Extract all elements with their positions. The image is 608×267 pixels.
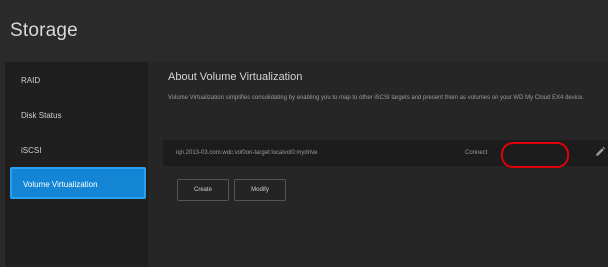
sidebar-item-volume-virtualization[interactable]: Volume Virtualization: [10, 167, 146, 199]
page-header: Storage: [0, 0, 608, 60]
modify-button[interactable]: Modify: [234, 179, 286, 201]
page-title: Storage: [10, 20, 78, 41]
pencil-icon[interactable]: [594, 146, 606, 158]
section-title: About Volume Virtualization: [168, 71, 303, 83]
create-button[interactable]: Create: [177, 179, 229, 201]
sidebar-item-raid[interactable]: RAID: [10, 65, 146, 97]
annotation-highlight-oval: [501, 142, 569, 168]
volume-status: Connect: [465, 150, 488, 156]
sidebar-item-disk-status[interactable]: Disk Status: [10, 100, 146, 132]
storage-window: Storage RAID Disk Status iSCSI Volume Vi…: [0, 0, 608, 267]
volume-target-path: iqn.2013-03.com.wdc:vol0on-target:localv…: [176, 150, 318, 156]
section-description: Volume Virtualization simplifies consoli…: [168, 95, 585, 101]
main-panel: About Volume Virtualization Volume Virtu…: [148, 62, 608, 267]
sidebar-item-iscsi[interactable]: iSCSI: [10, 135, 146, 167]
storage-sidebar: RAID Disk Status iSCSI Volume Virtualiza…: [5, 62, 148, 267]
